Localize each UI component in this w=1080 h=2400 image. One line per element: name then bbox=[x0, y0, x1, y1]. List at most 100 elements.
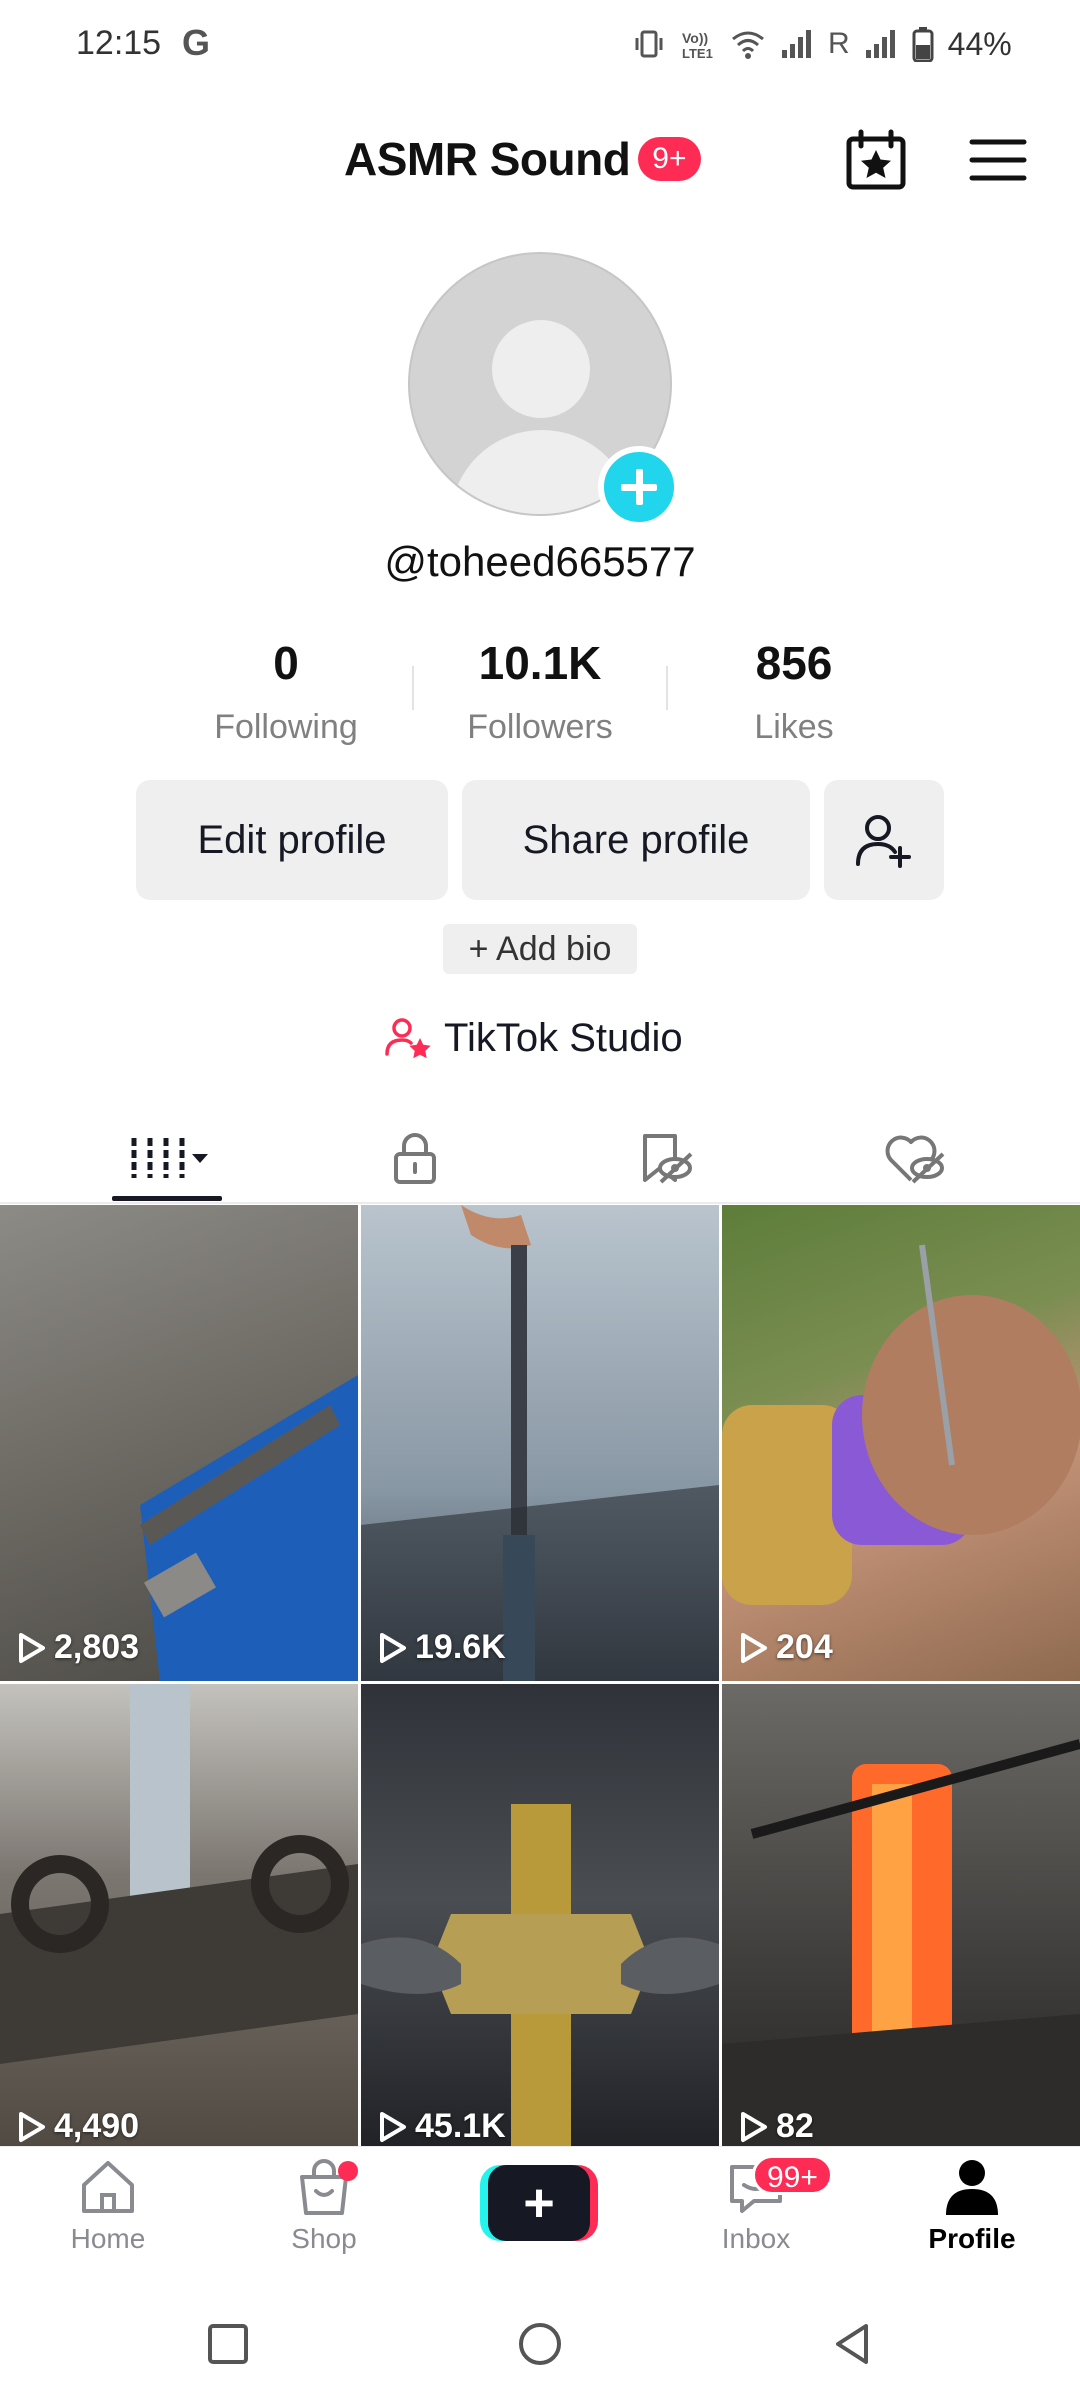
view-count: 82 bbox=[738, 2107, 814, 2146]
view-count: 2,803 bbox=[16, 1628, 139, 1667]
battery-percent: 44% bbox=[947, 25, 1012, 62]
home-circle-icon[interactable] bbox=[510, 2314, 570, 2374]
video-thumbnail[interactable]: 82 bbox=[722, 1684, 1080, 2160]
tiktok-studio-label: TikTok Studio bbox=[444, 1015, 683, 1060]
play-icon bbox=[19, 1632, 45, 1663]
menu-icon[interactable] bbox=[966, 128, 1030, 192]
nav-inbox[interactable]: Inbox 99+ bbox=[676, 2155, 836, 2255]
followers-count: 10.1K bbox=[478, 637, 602, 689]
thumbnail-art bbox=[722, 1739, 1080, 2160]
plus-icon: + bbox=[488, 2165, 590, 2241]
create-button[interactable]: + bbox=[480, 2165, 598, 2241]
page-title: ASMR Sound bbox=[344, 133, 631, 185]
inbox-badge: 99+ bbox=[752, 2155, 833, 2195]
tabs-divider bbox=[0, 1202, 1080, 1204]
video-thumbnail[interactable]: 2,803 bbox=[0, 1205, 358, 1681]
account-switcher[interactable]: ASMR Sound 9+ bbox=[344, 132, 701, 186]
avatar-head-shape bbox=[492, 320, 590, 418]
status-bar: 12:15 G Vo)) LTE1 R 44% bbox=[0, 0, 1080, 90]
likes-label: Likes bbox=[754, 708, 834, 746]
view-count-text: 19.6K bbox=[415, 1628, 506, 1666]
nav-home-label: Home bbox=[70, 2223, 146, 2254]
following-stat[interactable]: 0 Following bbox=[186, 636, 386, 747]
shop-notification-dot bbox=[338, 2161, 358, 2181]
vibrate-icon bbox=[635, 30, 663, 58]
volte-icon: Vo))LTE1 bbox=[682, 30, 713, 61]
google-icon: G bbox=[182, 22, 211, 63]
status-icons: Vo)) LTE1 R 44% bbox=[632, 24, 1012, 64]
nav-shop[interactable]: Shop bbox=[244, 2155, 404, 2255]
thumbnail-art bbox=[0, 1684, 358, 2064]
play-icon bbox=[741, 2111, 767, 2142]
studio-creator-icon bbox=[385, 1018, 431, 1059]
followers-label: Followers bbox=[467, 708, 613, 746]
likes-stat[interactable]: 856 Likes bbox=[694, 636, 894, 747]
thumbnail-art bbox=[722, 1244, 1080, 1605]
view-count-text: 4,490 bbox=[54, 2107, 140, 2145]
tiktok-studio-link[interactable]: TikTok Studio bbox=[384, 1014, 683, 1062]
bottom-navigation: Home Shop + Inbox 99+ Profile bbox=[0, 2146, 1080, 2286]
likes-count: 856 bbox=[755, 637, 833, 689]
tab-liked[interactable] bbox=[780, 1110, 1050, 1206]
following-label: Following bbox=[214, 708, 358, 746]
view-count-text: 2,803 bbox=[54, 1628, 140, 1666]
lock-icon bbox=[394, 1133, 436, 1184]
play-icon bbox=[741, 1632, 767, 1663]
view-count: 45.1K bbox=[377, 2107, 506, 2146]
play-icon bbox=[380, 2111, 406, 2142]
tab-videos[interactable] bbox=[34, 1110, 304, 1206]
signal-icon-2 bbox=[865, 30, 895, 58]
home-icon bbox=[82, 2161, 134, 2213]
video-thumbnail[interactable]: 204 bbox=[722, 1205, 1080, 1681]
add-person-icon bbox=[856, 815, 911, 868]
nav-home[interactable]: Home bbox=[28, 2155, 188, 2255]
heart-hidden-icon bbox=[885, 1135, 945, 1184]
battery-icon bbox=[912, 27, 934, 62]
svg-text:Vo)): Vo)) bbox=[682, 30, 708, 46]
status-time: 12:15 bbox=[76, 24, 162, 62]
tab-favorites[interactable] bbox=[530, 1110, 800, 1206]
view-count: 19.6K bbox=[377, 1628, 506, 1667]
add-friend-button[interactable] bbox=[824, 780, 944, 900]
svg-text:LTE1: LTE1 bbox=[682, 46, 713, 61]
grid-icon bbox=[131, 1138, 208, 1178]
add-avatar-icon[interactable] bbox=[598, 446, 680, 528]
view-count-text: 82 bbox=[776, 2107, 814, 2145]
notification-badge: 9+ bbox=[638, 137, 701, 181]
following-count: 0 bbox=[273, 637, 299, 689]
view-count: 204 bbox=[738, 1628, 833, 1667]
edit-profile-button[interactable]: Edit profile bbox=[136, 780, 448, 900]
calendar-star-icon[interactable] bbox=[844, 128, 908, 192]
thumbnail-art bbox=[361, 1205, 719, 1681]
thumbnail-art bbox=[140, 1375, 358, 1681]
view-count-text: 204 bbox=[776, 1628, 833, 1666]
back-icon[interactable] bbox=[822, 2314, 882, 2374]
video-thumbnail[interactable]: 45.1K bbox=[361, 1684, 719, 2160]
video-thumbnail[interactable]: 4,490 bbox=[0, 1684, 358, 2160]
profile-icon bbox=[946, 2160, 998, 2215]
add-bio-button[interactable]: + Add bio bbox=[443, 924, 637, 974]
recents-icon[interactable] bbox=[198, 2314, 258, 2374]
thumbnail-art bbox=[361, 1804, 719, 2160]
nav-profile-label: Profile bbox=[928, 2223, 1016, 2254]
system-navigation bbox=[0, 2286, 1080, 2400]
bookmark-hidden-icon bbox=[643, 1134, 693, 1184]
stat-divider bbox=[412, 666, 414, 710]
nav-shop-label: Shop bbox=[291, 2223, 357, 2254]
nav-inbox-label: Inbox bbox=[721, 2223, 791, 2254]
followers-stat[interactable]: 10.1K Followers bbox=[440, 636, 640, 747]
play-icon bbox=[380, 1632, 406, 1663]
roaming-indicator: R bbox=[828, 27, 850, 60]
username: @toheed665577 bbox=[384, 538, 696, 585]
tab-private[interactable] bbox=[280, 1110, 550, 1206]
share-profile-button[interactable]: Share profile bbox=[462, 780, 810, 900]
wifi-icon bbox=[732, 31, 764, 59]
view-count-text: 45.1K bbox=[415, 2107, 506, 2145]
stat-divider bbox=[666, 666, 668, 710]
video-thumbnail[interactable]: 19.6K bbox=[361, 1205, 719, 1681]
profile-tabs bbox=[0, 1110, 1080, 1206]
profile-header: ASMR Sound 9+ bbox=[0, 120, 1080, 200]
view-count: 4,490 bbox=[16, 2107, 139, 2146]
nav-profile[interactable]: Profile bbox=[892, 2155, 1052, 2255]
active-tab-indicator bbox=[112, 1196, 222, 1201]
